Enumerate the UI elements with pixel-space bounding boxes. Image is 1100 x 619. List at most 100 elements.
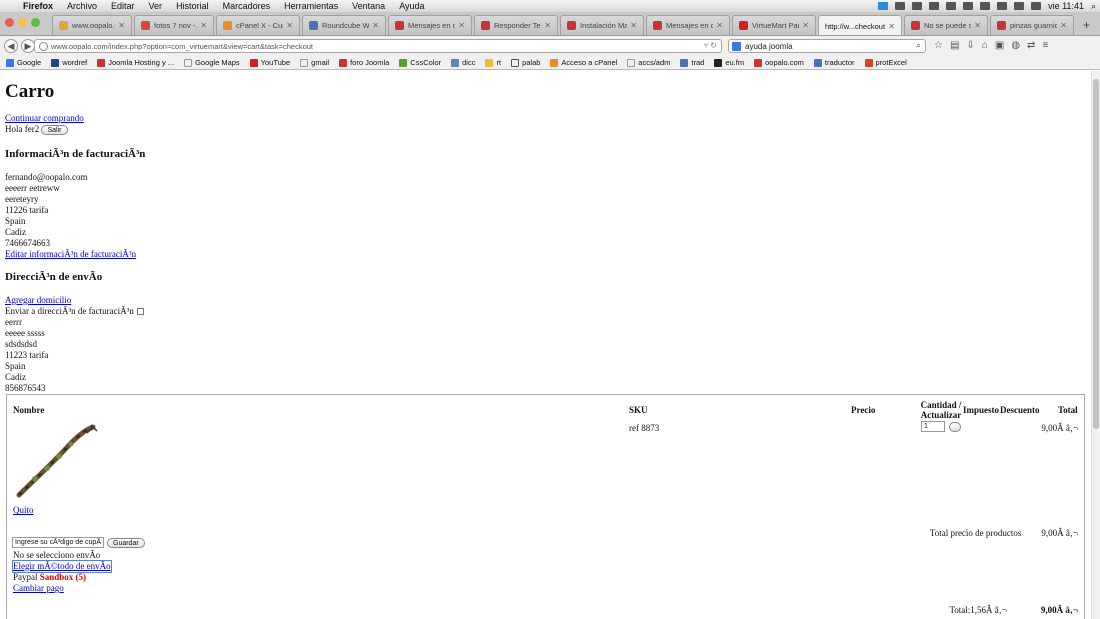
tab-close-icon[interactable]: ✕ xyxy=(286,21,293,30)
addon-icon[interactable]: ▣ xyxy=(995,40,1004,51)
bookmark-traductor[interactable]: traductor xyxy=(813,58,855,67)
tab-close-icon[interactable]: ✕ xyxy=(716,21,723,30)
screenshot-icon[interactable] xyxy=(929,2,940,10)
tab-8[interactable]: Mensajes en c...✕ xyxy=(646,15,730,35)
bookmark-csscolor[interactable]: CssColor xyxy=(399,58,441,67)
menu-herramientas[interactable]: Herramientas xyxy=(277,1,345,11)
bookmark-foro-joomla[interactable]: foro Joomla xyxy=(339,58,389,67)
tab-4[interactable]: Roundcube We...✕ xyxy=(302,15,386,35)
shipping-heading: DirecciÃ³n de envÃ­o xyxy=(5,271,103,283)
hamburger-menu-icon[interactable]: ≡ xyxy=(1042,40,1048,51)
bookmark-cpanel[interactable]: Acceso a cPanel xyxy=(550,58,617,67)
tab-6[interactable]: Responder Te...✕ xyxy=(474,15,558,35)
dropbox-icon[interactable] xyxy=(895,2,906,10)
bookmark-dicc[interactable]: dicc xyxy=(451,58,475,67)
reload-icon[interactable]: ▿ ↻ xyxy=(704,41,717,50)
menu-ver[interactable]: Ver xyxy=(142,1,170,11)
globe-menu-icon[interactable]: ◍ xyxy=(1011,40,1020,51)
tab-9[interactable]: VirtueMart Par...✕ xyxy=(732,15,816,35)
timemachine-icon[interactable] xyxy=(963,2,974,10)
coupon-input[interactable]: Ingrese su cÃ³digo de cupÃ xyxy=(12,537,104,548)
no-shipping-text: No se selecciono envÃ­o xyxy=(13,550,101,560)
share-icon[interactable]: ⇄ xyxy=(1027,40,1035,51)
tab-title: Mensajes en c... xyxy=(666,21,713,30)
menu-app-name[interactable]: Firefox xyxy=(16,1,60,11)
change-payment-link[interactable]: Cambiar pago xyxy=(13,583,64,594)
minimize-window-icon[interactable] xyxy=(18,18,27,27)
menu-ventana[interactable]: Ventana xyxy=(345,1,392,11)
bookmark-rt[interactable]: rt xyxy=(485,58,501,67)
bookmark-star-icon[interactable]: ☆ xyxy=(934,40,943,51)
tab-close-icon[interactable]: ✕ xyxy=(200,21,207,30)
bookmark-oopalo[interactable]: oopalo.com xyxy=(754,58,804,67)
menu-archivo[interactable]: Archivo xyxy=(60,1,104,11)
bookmark-google[interactable]: Google xyxy=(6,58,41,67)
tab-close-icon[interactable]: ✕ xyxy=(544,21,551,30)
bookmark-gmail[interactable]: gmail xyxy=(300,58,329,67)
forward-icon[interactable]: ▶ xyxy=(21,39,35,53)
url-bar[interactable]: www.oopalo.com/index.php?option=com_virt… xyxy=(34,39,722,53)
download-icon[interactable]: ⇩ xyxy=(966,40,974,51)
bluetooth-icon[interactable] xyxy=(980,2,991,10)
tab-11[interactable]: No se puede s...✕ xyxy=(904,15,988,35)
menubar-clock[interactable]: vie 11:41 xyxy=(1048,1,1084,11)
battery-icon[interactable] xyxy=(1031,2,1042,10)
tab-3[interactable]: cPanel X - Cue...✕ xyxy=(216,15,300,35)
tab-close-icon[interactable]: ✕ xyxy=(118,21,125,30)
product-image[interactable] xyxy=(13,423,99,501)
menu-ayuda[interactable]: Ayuda xyxy=(392,1,431,11)
search-bar[interactable]: ayuda joomla ⌕ xyxy=(728,39,926,53)
remove-item-link[interactable]: Quito xyxy=(13,505,34,516)
bookmarks-menu-icon[interactable]: ▤ xyxy=(950,40,959,51)
tab-close-icon[interactable]: ✕ xyxy=(372,21,379,30)
volume-icon[interactable] xyxy=(997,2,1008,10)
tab-close-icon[interactable]: ✕ xyxy=(974,21,981,30)
search-icon[interactable]: ⌕ xyxy=(916,40,921,51)
sync-icon[interactable] xyxy=(946,2,957,10)
evernote-icon[interactable] xyxy=(912,2,923,10)
bookmark-palab[interactable]: palab xyxy=(511,58,540,67)
page-scrollbar[interactable] xyxy=(1091,71,1100,619)
tab-1[interactable]: www.oopalo.c...✕ xyxy=(52,15,132,35)
quantity-input[interactable]: 1 xyxy=(921,421,945,432)
bookmark-eufm[interactable]: eu.fm xyxy=(714,58,744,67)
update-quantity-button[interactable] xyxy=(949,422,961,432)
tab-5[interactable]: Mensajes en c...✕ xyxy=(388,15,472,35)
bookmark-youtube[interactable]: YouTube xyxy=(249,58,290,67)
menu-editar[interactable]: Editar xyxy=(104,1,142,11)
logout-button[interactable]: Salir xyxy=(41,124,68,135)
tab-2[interactable]: fotos 7 nov -... ✕ xyxy=(134,15,214,35)
tab-close-icon[interactable]: ✕ xyxy=(630,21,637,30)
tab-close-icon[interactable]: ✕ xyxy=(1060,21,1067,30)
same-as-billing-checkbox[interactable] xyxy=(136,308,144,316)
back-icon[interactable]: ◀ xyxy=(4,39,18,53)
new-tab-icon[interactable]: + xyxy=(1083,18,1090,32)
choose-shipping-link[interactable]: Elegir mÃ©todo de envÃ­o xyxy=(12,560,112,573)
tab-12[interactable]: pinzas guarnic...✕ xyxy=(990,15,1074,35)
scrollbar-thumb[interactable] xyxy=(1093,79,1099,429)
zoom-window-icon[interactable] xyxy=(31,18,40,27)
close-window-icon[interactable] xyxy=(5,18,14,27)
bookmark-joomla-hosting[interactable]: Joomla Hosting y ... xyxy=(97,58,174,67)
tab-7[interactable]: Instalación Ma...✕ xyxy=(560,15,644,35)
spotlight-icon[interactable]: ⌕ xyxy=(1091,1,1096,12)
wifi-icon[interactable] xyxy=(1014,2,1025,10)
bookmark-protexcel[interactable]: protExcel xyxy=(864,58,907,67)
tab-close-icon[interactable]: ✕ xyxy=(802,21,809,30)
save-coupon-button[interactable]: Guardar xyxy=(107,538,145,548)
bookmark-trad[interactable]: trad xyxy=(680,58,704,67)
edit-billing-link[interactable]: Editar informaciÃ³n de facturaciÃ³n xyxy=(5,249,136,259)
add-address-link[interactable]: Agregar domicilio xyxy=(5,295,71,305)
tab-close-icon[interactable]: ✕ xyxy=(888,22,895,31)
joomla-favicon-icon xyxy=(59,21,68,30)
home-icon[interactable]: ⌂ xyxy=(982,40,988,51)
continue-shopping-link[interactable]: Continuar comprando xyxy=(5,113,84,124)
menu-historial[interactable]: Historial xyxy=(169,1,216,11)
bookmark-accs-adm[interactable]: accs/adm xyxy=(627,58,670,67)
menu-marcadores[interactable]: Marcadores xyxy=(216,1,278,11)
tab-checkout-active[interactable]: http://w...checkout ✕ xyxy=(818,15,902,35)
skype-icon[interactable] xyxy=(878,2,889,10)
bookmark-google-maps[interactable]: Google Maps xyxy=(184,58,240,67)
tab-close-icon[interactable]: ✕ xyxy=(458,21,465,30)
bookmark-wordref[interactable]: wordref xyxy=(51,58,87,67)
